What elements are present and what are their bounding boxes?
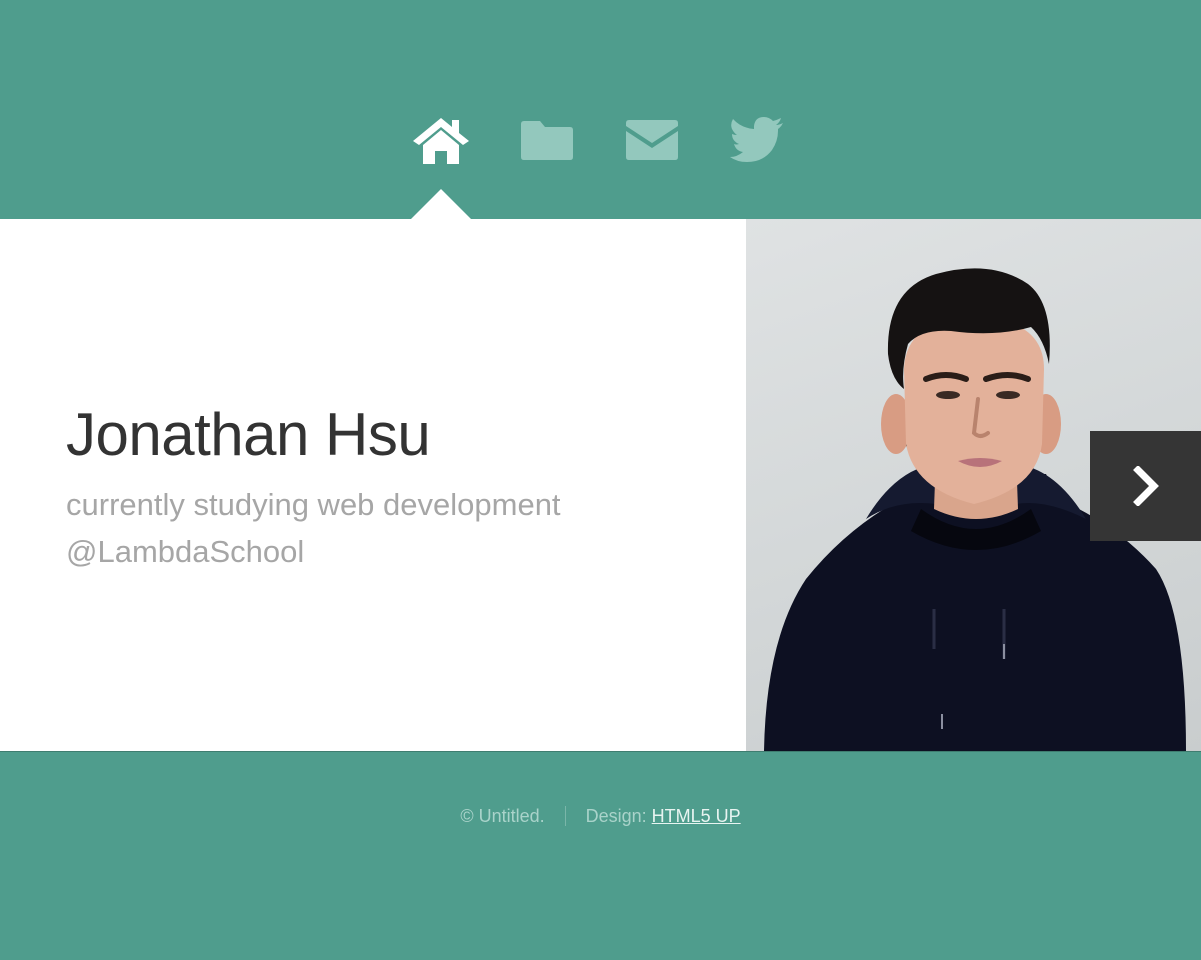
intro-name: Jonathan Hsu	[66, 401, 431, 468]
intro-tagline: currently studying web development @Lamb…	[66, 481, 706, 575]
main-nav	[0, 0, 1201, 219]
intro-text: Jonathan Hsu currently studying web deve…	[66, 397, 706, 575]
folder-icon	[521, 121, 573, 160]
footer-design-credit: Design: HTML5 UP	[566, 806, 741, 827]
nav-twitter-link[interactable]	[725, 112, 789, 168]
tagline-line-1: currently studying web development	[66, 487, 561, 522]
active-nav-pointer	[411, 189, 471, 219]
page: Jonathan Hsu currently studying web deve…	[0, 0, 1201, 960]
footer-design-label: Design:	[585, 805, 652, 826]
footer-copyright-list: © Untitled. Design: HTML5 UP	[460, 804, 741, 828]
nav-contact-link[interactable]	[620, 112, 684, 168]
twitter-icon	[730, 117, 783, 162]
footer: © Untitled. Design: HTML5 UP	[0, 752, 1201, 960]
next-slide-button[interactable]	[1090, 431, 1201, 541]
tagline-line-2: @LambdaSchool	[66, 534, 305, 569]
nav-portfolio-link[interactable]	[515, 112, 579, 168]
footer-design-link[interactable]: HTML5 UP	[652, 806, 741, 826]
home-icon	[413, 118, 469, 164]
nav-home-link[interactable]	[409, 112, 473, 168]
footer-copyright: © Untitled.	[460, 805, 545, 826]
envelope-icon	[626, 120, 678, 160]
chevron-right-icon	[1132, 466, 1159, 506]
intro-panel: Jonathan Hsu currently studying web deve…	[0, 219, 1201, 752]
